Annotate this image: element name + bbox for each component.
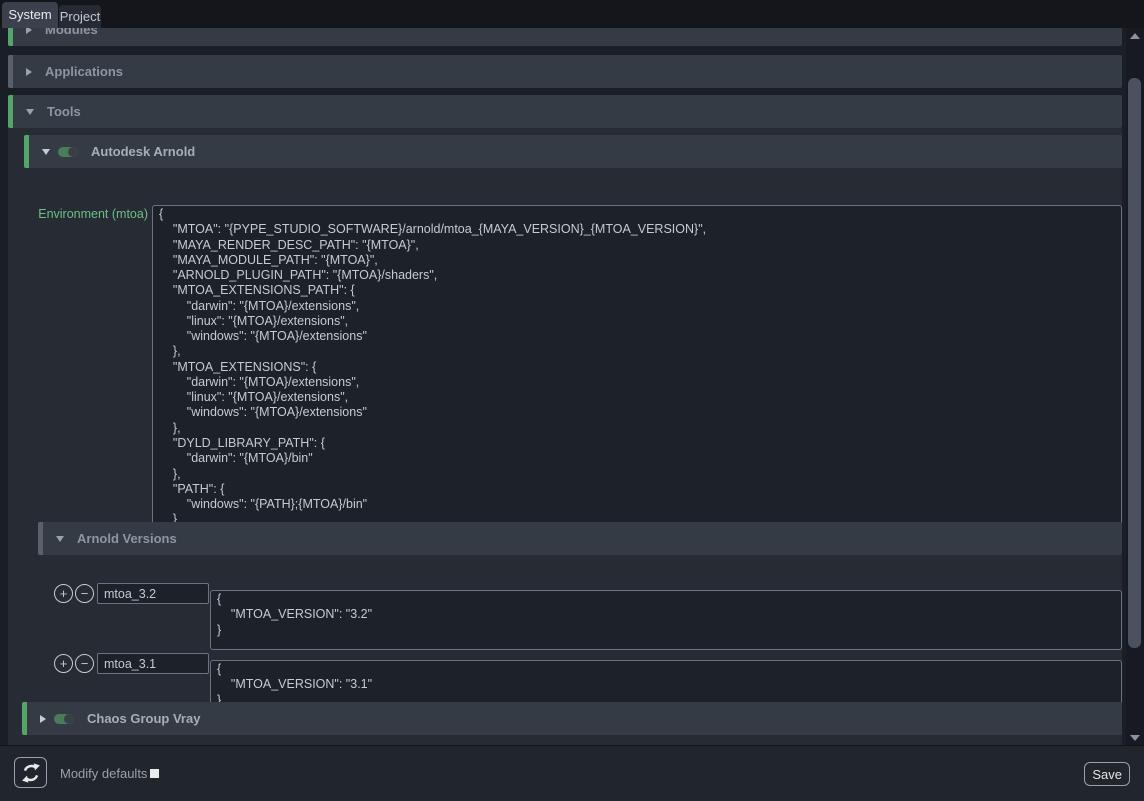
refresh-button[interactable] [14, 757, 47, 788]
arrow-down-icon [1130, 735, 1140, 741]
arrow-up-icon [1130, 33, 1140, 39]
add-version-button[interactable]: + [54, 654, 73, 673]
section-accent-bar [22, 702, 27, 735]
section-title: Applications [45, 64, 123, 79]
refresh-icon [21, 763, 41, 783]
settings-window: System Project Modules Applications Tool… [0, 0, 1144, 801]
toggle-knob [68, 147, 78, 157]
chevron-down-icon [42, 149, 50, 155]
remove-version-button[interactable]: − [75, 584, 94, 603]
tool-title: Chaos Group Vray [87, 711, 200, 726]
footer-bar: Modify defaults Save [0, 745, 1144, 801]
version-json-textarea[interactable]: { "MTOA_VERSION": "3.2" } [210, 590, 1122, 650]
version-name-input[interactable] [97, 653, 209, 674]
section-accent-bar [8, 55, 13, 88]
tool-title: Autodesk Arnold [91, 144, 195, 159]
chevron-right-icon [26, 68, 32, 76]
environment-mtoa-textarea[interactable]: { "MTOA": "{PYPE_STUDIO_SOFTWARE}/arnold… [152, 205, 1122, 541]
scroll-up-button[interactable] [1126, 28, 1144, 43]
section-accent-bar [8, 28, 13, 46]
section-header-arnold-versions[interactable]: Arnold Versions [38, 522, 1122, 555]
section-header-autodesk-arnold[interactable]: Autodesk Arnold [24, 135, 1122, 168]
section-accent-bar [8, 95, 13, 128]
version-name-input[interactable] [97, 583, 209, 604]
tab-bar: System Project [0, 0, 1144, 28]
scroll-down-button[interactable] [1126, 730, 1144, 745]
chevron-right-icon [26, 28, 32, 34]
section-header-modules[interactable]: Modules [8, 28, 1122, 46]
add-version-button[interactable]: + [54, 584, 73, 603]
remove-version-button[interactable]: − [75, 654, 94, 673]
toggle-knob [64, 714, 74, 724]
vertical-scrollbar[interactable] [1126, 28, 1144, 745]
vray-enabled-toggle[interactable] [54, 714, 74, 724]
section-accent-bar [38, 522, 43, 555]
vertical-scrollbar-thumb[interactable] [1128, 78, 1141, 648]
section-accent-bar [24, 135, 29, 168]
section-header-tools[interactable]: Tools [8, 95, 1122, 128]
section-header-chaos-group-vray[interactable]: Chaos Group Vray [22, 702, 1122, 735]
modify-defaults-label: Modify defaults [60, 746, 147, 801]
chevron-down-icon [26, 109, 34, 115]
tab-project[interactable]: Project [59, 5, 101, 28]
modify-defaults-checkbox[interactable] [150, 769, 159, 778]
chevron-right-icon [40, 715, 46, 723]
section-title: Arnold Versions [77, 531, 177, 546]
chevron-down-icon [56, 536, 64, 542]
section-title: Tools [47, 104, 81, 119]
section-header-applications[interactable]: Applications [8, 55, 1122, 88]
arnold-enabled-toggle[interactable] [58, 147, 78, 157]
settings-scroll-area: Modules Applications Tools Autodesk Arno… [0, 28, 1126, 745]
environment-mtoa-label: Environment (mtoa) [0, 207, 148, 221]
section-title: Modules [45, 28, 98, 37]
tab-system[interactable]: System [2, 2, 58, 28]
save-button[interactable]: Save [1084, 762, 1130, 786]
